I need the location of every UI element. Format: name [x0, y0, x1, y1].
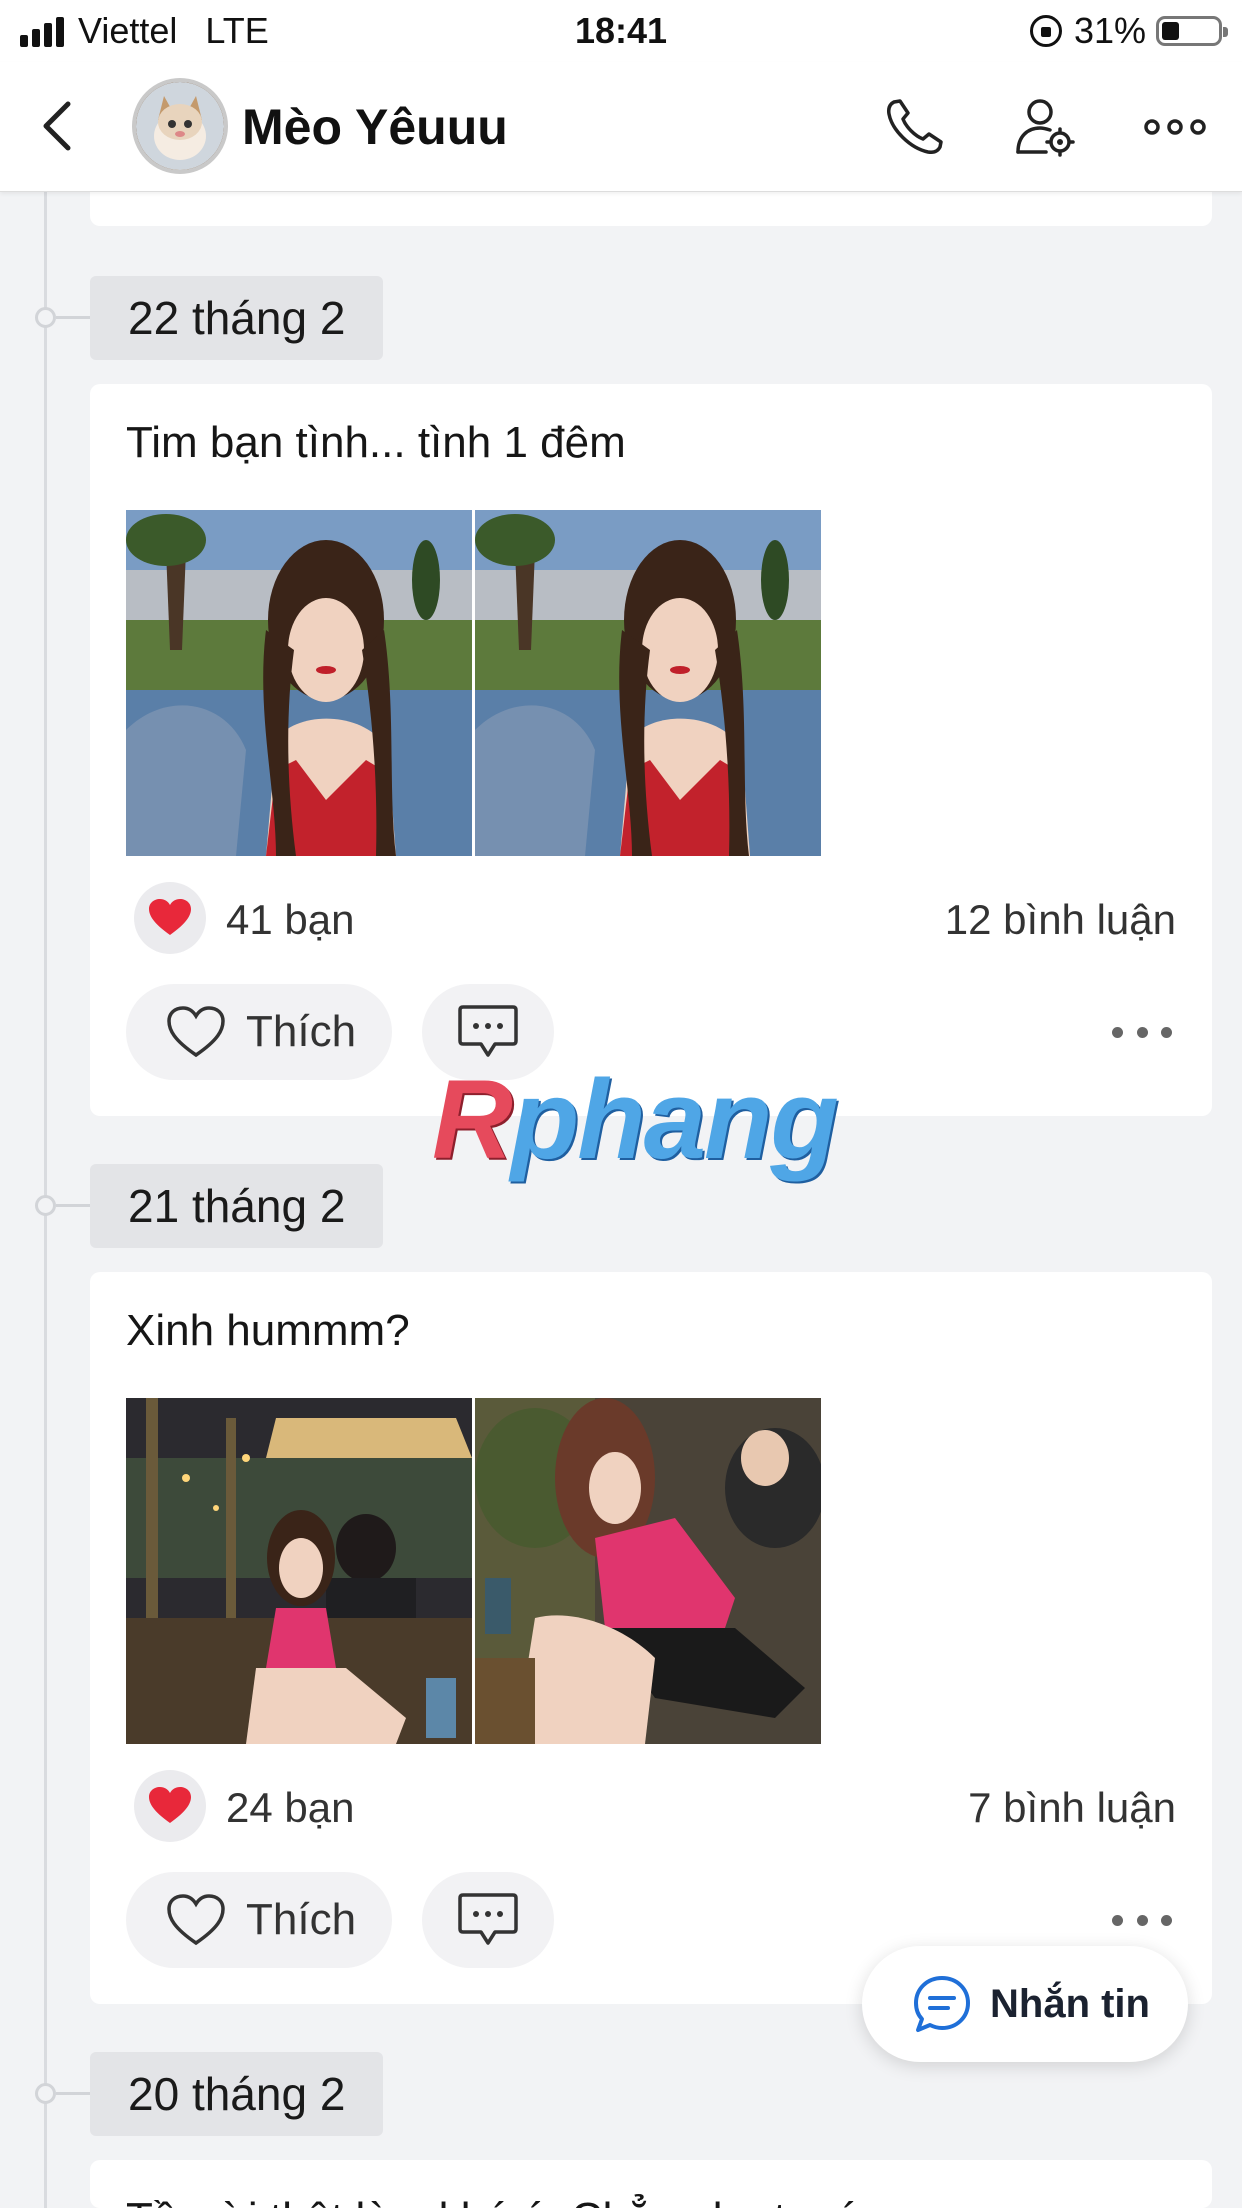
timeline-dot	[35, 1195, 56, 1216]
watermark-logo: Rphang	[432, 1057, 839, 1182]
back-chevron-icon[interactable]	[30, 96, 90, 156]
post-photo[interactable]	[475, 1398, 821, 1744]
chat-bubble-icon	[914, 1976, 970, 2032]
post-text: Xinh hummm?	[126, 1306, 410, 1355]
timeline-dot	[35, 307, 56, 328]
date-chip: 21 tháng 2	[90, 1164, 384, 1248]
page-title: Mèo Yêuuu	[242, 99, 508, 155]
post-photo[interactable]	[126, 1398, 472, 1744]
post-photo[interactable]	[475, 510, 821, 856]
rotation-lock-icon	[1029, 15, 1062, 47]
comment-count[interactable]: 12 bình luận	[945, 896, 1176, 944]
reaction-count[interactable]: 41 bạn	[226, 896, 354, 944]
like-button[interactable]: Thích	[126, 984, 392, 1080]
cat-avatar-image	[136, 82, 224, 170]
battery-icon	[1156, 16, 1228, 46]
comment-icon	[458, 1893, 518, 1945]
app-screen: Viettel LTE 18:41 31% Mèo Yêuuu 22 tháng…	[0, 0, 1242, 2208]
date-chip: 20 tháng 2	[90, 2052, 384, 2136]
heart-outline-icon	[167, 1006, 225, 1058]
post-card: Tim bạn tình... tình 1 đêm 41 bạn 12 bìn…	[90, 384, 1212, 1116]
message-button-label: Nhắn tin	[990, 1981, 1150, 2026]
avatar[interactable]	[132, 78, 228, 174]
post-more-button[interactable]	[1112, 1017, 1172, 1047]
comment-count[interactable]: 7 bình luận	[968, 1784, 1176, 1832]
battery-percent: 31%	[1073, 10, 1146, 51]
user-settings-icon[interactable]	[1010, 92, 1080, 162]
date-chip: 22 tháng 2	[90, 276, 384, 360]
post-more-button[interactable]	[1112, 1905, 1172, 1935]
post-card: Tồ ười thật làm khó ó. Chẳng ha t ọ ó	[90, 2160, 1212, 2208]
post-card: Xinh hummm? 24 bạn 7 bình luận Thích	[90, 1272, 1212, 2004]
heart-reaction-icon[interactable]	[134, 882, 206, 954]
more-icon[interactable]	[1140, 92, 1210, 162]
heart-outline-icon	[167, 1894, 225, 1946]
like-button[interactable]: Thích	[126, 1872, 392, 1968]
message-button[interactable]: Nhắn tin	[862, 1946, 1188, 2062]
post-text: Tim bạn tình... tình 1 đêm	[126, 418, 626, 467]
status-bar: Viettel LTE 18:41 31%	[0, 0, 1242, 62]
like-label: Thích	[246, 1007, 357, 1056]
post-photo[interactable]	[126, 510, 472, 856]
like-label: Thích	[246, 1895, 357, 1944]
heart-reaction-icon[interactable]	[134, 1770, 206, 1842]
phone-icon[interactable]	[880, 92, 950, 162]
timeline-dot	[35, 2083, 56, 2104]
comment-button[interactable]	[422, 1872, 554, 1968]
comment-icon	[458, 1005, 518, 1057]
profile-header: Mèo Yêuuu	[0, 62, 1242, 192]
reaction-count[interactable]: 24 bạn	[226, 1784, 354, 1832]
post-text: Tồ ười thật làm khó ó. Chẳng ha t ọ ó	[126, 2194, 859, 2208]
